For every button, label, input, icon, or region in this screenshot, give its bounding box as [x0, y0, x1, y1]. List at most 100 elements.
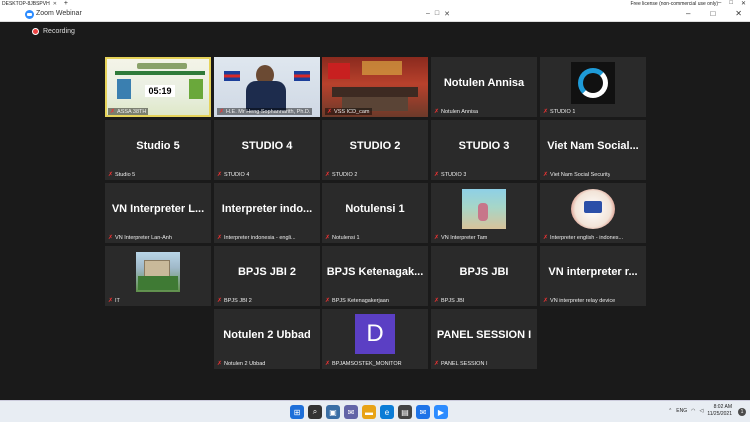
participant-label: ✗ Studio 5 — [108, 171, 135, 179]
chat-icon[interactable]: ✉ — [344, 405, 358, 419]
remote-tab-title[interactable]: DESKTOP-8JBSPVH — [2, 1, 50, 7]
notification-badge[interactable]: 1 — [738, 408, 746, 416]
muted-mic-icon: ✗ — [434, 172, 440, 178]
minimize-icon[interactable]: – — [718, 0, 721, 7]
participant-label-text: BPJS JBI 2 — [224, 297, 252, 304]
participant-tile[interactable]: Notulen 2 Ubbad ✗ Notulen 2 Ubbad — [214, 309, 320, 369]
restore-bar-icon[interactable]: □ — [435, 10, 439, 18]
muted-mic-icon: ✗ — [543, 172, 549, 178]
window-minimize-button[interactable]: – — [686, 9, 690, 18]
clock[interactable]: 8:02 AM 11/25/2021 — [707, 404, 732, 418]
participant-label: ✗ VN Interpreter Lan-Anh — [108, 234, 172, 242]
participant-label: ✗ Notulen 2 Ubbad — [217, 360, 266, 368]
timer-overlay: 05:19 — [145, 85, 175, 97]
chevron-up-icon[interactable]: ⌃ — [668, 408, 672, 414]
window-title: Zoom Webinar — [36, 10, 82, 17]
participant-label: ✗ IT — [108, 297, 120, 305]
participant-tile[interactable]: BPJS JBI 2 ✗ BPJS JBI 2 — [214, 246, 320, 306]
close-icon[interactable]: ✕ — [741, 0, 746, 7]
participant-label-text: STUDIO 2 — [332, 171, 358, 178]
muted-mic-icon: ✗ — [543, 298, 549, 304]
volume-icon[interactable]: ◁ — [699, 408, 703, 414]
participant-tile[interactable]: Notulensi 1 ✗ Notulensi 1 — [322, 183, 428, 243]
participant-label-text: Viet Nam Social Security — [550, 171, 611, 178]
participant-tile[interactable]: 05:19 ✗ ASSA 38TH — [105, 57, 211, 117]
muted-mic-icon: ✗ — [434, 109, 440, 115]
participant-tile[interactable]: BPJS Ketenagak... ✗ BPJS Ketenagakerjaan — [322, 246, 428, 306]
participant-label-text: STUDIO 1 — [550, 108, 576, 115]
store-icon[interactable]: ▤ — [398, 405, 412, 419]
participant-tile[interactable]: D ✗ BPJAMSOSTEK_MONITOR — [322, 309, 428, 369]
participant-tile[interactable]: Viet Nam Social... ✗ Viet Nam Social Sec… — [540, 120, 646, 180]
participant-tile[interactable]: VN Interpreter L... ✗ VN Interpreter Lan… — [105, 183, 211, 243]
participant-name-display: Notulensi 1 — [345, 203, 405, 215]
muted-mic-icon: ✗ — [325, 235, 331, 241]
search-icon[interactable]: ⌕ — [308, 405, 322, 419]
participant-name-display: VN Interpreter L... — [111, 203, 205, 215]
window-close-button[interactable]: ✕ — [735, 9, 742, 18]
muted-mic-icon: ✗ — [108, 172, 114, 178]
muted-mic-icon: ✗ — [325, 172, 331, 178]
minimize-bar-icon[interactable]: – — [426, 10, 430, 18]
muted-mic-icon: ✗ — [217, 172, 223, 178]
participant-tile[interactable]: Studio 5 ✗ Studio 5 — [105, 120, 211, 180]
clock-date: 11/25/2021 — [707, 411, 732, 417]
task-view-icon[interactable]: ▣ — [326, 405, 340, 419]
participant-label: ✗ ASSA 38TH — [108, 108, 149, 115]
participant-name-display: STUDIO 3 — [458, 140, 510, 152]
windows-start-icon[interactable]: ⊞ — [290, 405, 304, 419]
participant-label-text: VN Interpreter Lan-Anh — [115, 234, 172, 241]
muted-mic-icon: ✗ — [108, 298, 114, 304]
file-explorer-icon[interactable]: ▬ — [362, 405, 376, 419]
participant-tile[interactable]: ✗ VN Interpreter Tam — [431, 183, 537, 243]
avatar-initial: D — [366, 320, 384, 347]
participant-tile[interactable]: VN interpreter r... ✗ VN interpreter rel… — [540, 246, 646, 306]
participant-photo — [136, 252, 180, 292]
participant-tile[interactable]: STUDIO 4 ✗ STUDIO 4 — [214, 120, 320, 180]
mail-icon[interactable]: ✉ — [416, 405, 430, 419]
participant-label-text: STUDIO 4 — [224, 171, 250, 178]
participant-label-text: Interpreter english - indones... — [550, 234, 624, 241]
participant-label: ✗ Interpreter indonesia - engli... — [217, 234, 296, 242]
participant-tile[interactable]: ✗ IT — [105, 246, 211, 306]
participant-name-display: Notulen 2 Ubbad — [223, 329, 311, 341]
participant-name-display: Studio 5 — [136, 140, 180, 152]
window-titlebar: Zoom Webinar – □ ✕ – □ ✕ — [0, 8, 750, 22]
participant-tile[interactable]: STUDIO 3 ✗ STUDIO 3 — [431, 120, 537, 180]
recording-indicator[interactable]: Recording — [32, 28, 75, 35]
participant-tile[interactable]: Notulen Annisa ✗ Notulen Annisa — [431, 57, 537, 117]
muted-mic-icon: ✗ — [217, 298, 223, 304]
interpreter-logo-icon — [571, 189, 615, 229]
edge-browser-icon[interactable]: e — [380, 405, 394, 419]
participant-tile[interactable]: Interpreter indo... ✗ Interpreter indone… — [214, 183, 320, 243]
participant-label-text: Notulensi 1 — [332, 234, 360, 241]
window-maximize-button[interactable]: □ — [710, 9, 715, 18]
participant-label-text: Interpreter indonesia - engli... — [224, 234, 296, 241]
participant-tile[interactable]: ✗ STUDIO 1 — [540, 57, 646, 117]
participant-tile[interactable]: ✗ H.E. Mr Heng Sophannarith, Ph.D. — [214, 57, 320, 117]
add-tab-icon[interactable]: + — [64, 0, 68, 7]
close-icon[interactable]: ✕ — [53, 1, 57, 7]
participant-tile[interactable]: BPJS JBI ✗ BPJS JBI — [431, 246, 537, 306]
participant-label: ✗ BPJS JBI 2 — [217, 297, 252, 305]
participant-name-display: BPJS JBI — [459, 266, 509, 278]
participant-label-text: Notulen 2 Ubbad — [224, 360, 266, 367]
participant-tile[interactable]: PANEL SESSION I ✗ PANEL SESSION I — [431, 309, 537, 369]
muted-mic-icon: ✗ — [219, 109, 225, 115]
maximize-icon[interactable]: □ — [729, 0, 733, 7]
participant-label-text: BPJS JBI — [441, 297, 465, 304]
wifi-icon[interactable]: ◠ — [691, 408, 695, 414]
participant-tile[interactable]: STUDIO 2 ✗ STUDIO 2 — [322, 120, 428, 180]
participant-label: ✗ BPJAMSOSTEK_MONITOR — [325, 360, 402, 368]
participant-label-text: BPJAMSOSTEK_MONITOR — [332, 360, 402, 367]
participant-label-text: PANEL SESSION I — [441, 360, 488, 367]
participant-tile[interactable]: ✗ Interpreter english - indones... — [540, 183, 646, 243]
language-indicator[interactable]: ENG — [676, 408, 687, 414]
zoom-logo-icon — [25, 10, 34, 19]
participant-label: ✗ STUDIO 3 — [434, 171, 466, 179]
participant-tile[interactable]: ✗ VSS ICD_cam — [322, 57, 428, 117]
zoom-taskbar-icon[interactable]: ▶ — [434, 405, 448, 419]
muted-mic-icon: ✗ — [543, 109, 549, 115]
participant-label: ✗ Notulensi 1 — [325, 234, 360, 242]
close-bar-icon[interactable]: ✕ — [444, 10, 450, 18]
